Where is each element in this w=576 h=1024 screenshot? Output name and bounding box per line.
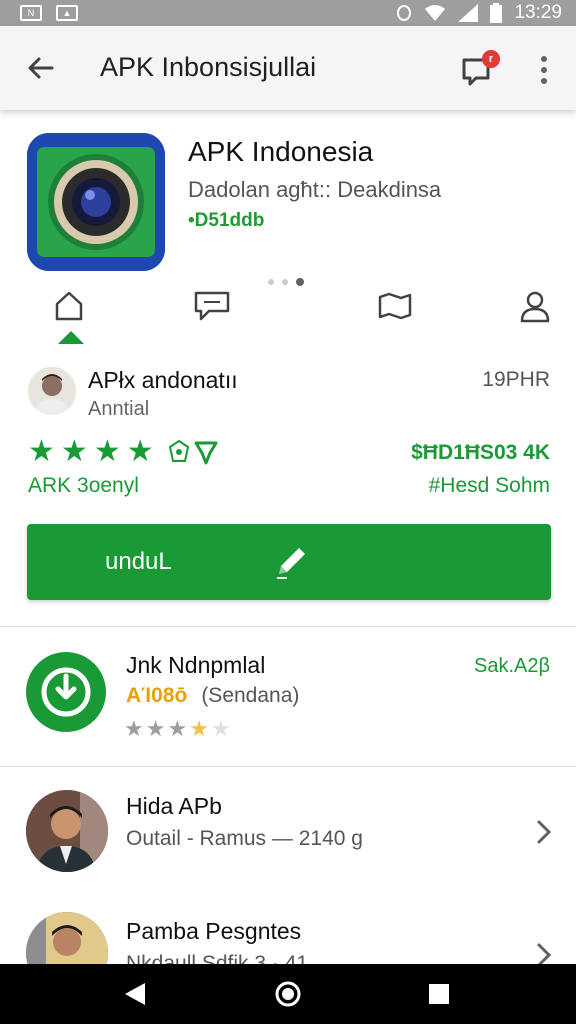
- rating-label: ARK 3oenyl: [28, 474, 139, 497]
- rating-stars: ★ ★ ★ ★: [28, 437, 218, 467]
- nav-home-button[interactable]: [273, 979, 303, 1009]
- related-app-subtitle: ΑΊ08ō (Sendana): [126, 684, 299, 708]
- sync-icon: [397, 5, 412, 21]
- related-app-icon[interactable]: [26, 652, 106, 732]
- nav-recents-button[interactable]: [424, 979, 454, 1009]
- related-app-code: ΑΊ08ō: [126, 684, 188, 707]
- messages-button[interactable]: r: [458, 48, 502, 92]
- related-app-category: (Sendana): [201, 684, 300, 707]
- install-label: unduL: [105, 548, 172, 575]
- star-icon: ★: [126, 435, 154, 468]
- pencil-icon: [277, 548, 305, 579]
- notification-badge: r: [482, 50, 500, 68]
- status-time: 13:29: [514, 2, 562, 23]
- app-icon: [27, 133, 165, 271]
- related-app-size: Sak.A2β: [474, 655, 550, 677]
- arrow-back-icon: [28, 57, 54, 79]
- developer-subtitle: Anntial: [88, 398, 150, 420]
- navigation-bar: [0, 964, 576, 1024]
- badge-icon: [168, 439, 189, 462]
- star-icon: ★: [93, 435, 121, 468]
- battery-icon: [490, 3, 503, 23]
- comment-icon: [194, 291, 230, 321]
- wifi-icon: [425, 5, 446, 21]
- home-icon: [55, 291, 83, 321]
- star-icon: ★: [60, 435, 88, 468]
- related-app-name[interactable]: Jnk Ndnpmlal: [126, 652, 265, 679]
- image-icon: ▲: [56, 5, 78, 21]
- star-icon: ★: [28, 435, 55, 468]
- divider: [0, 766, 576, 767]
- person-name[interactable]: Hida APb: [126, 793, 222, 820]
- circle-home-icon: [275, 981, 301, 1007]
- developer-size: 19PHR: [482, 368, 550, 391]
- download-count: $ĦD1ĦS03 4K: [411, 441, 550, 464]
- status-bar: N ▲ 13:29: [0, 0, 576, 26]
- tab-home[interactable]: [46, 286, 92, 326]
- camera-lens-icon: [27, 133, 165, 271]
- signal-icon: [458, 4, 479, 22]
- app-name: APK Indonesia: [188, 136, 374, 167]
- more-options-button[interactable]: [530, 52, 558, 88]
- tab-map[interactable]: [372, 286, 418, 326]
- triangle-back-icon: [125, 983, 145, 1005]
- chevron-right-icon[interactable]: [534, 817, 554, 847]
- nav-back-button[interactable]: [120, 979, 150, 1009]
- download-label: #Hesd Sohm: [428, 474, 550, 497]
- page-title: APK Inbonsisjullai: [100, 52, 317, 82]
- person-subtitle: Outail - Ramus — 2140 g: [126, 827, 363, 850]
- person-icon: [520, 291, 550, 323]
- divider: [0, 626, 576, 627]
- square-recents-icon: [429, 984, 449, 1004]
- tab-profile[interactable]: [512, 286, 558, 326]
- app-meta: •D51ddb: [188, 210, 265, 231]
- related-app-rating: ★★★★★: [124, 716, 233, 741]
- app-bar: APK Inbonsisjullai r: [0, 26, 576, 110]
- award-icon: [194, 441, 218, 465]
- install-button[interactable]: unduL: [27, 524, 551, 600]
- map-icon: [378, 292, 412, 320]
- back-button[interactable]: [22, 50, 58, 86]
- carousel-dots: [268, 278, 304, 286]
- tab-reviews[interactable]: [189, 286, 235, 326]
- app-developer: Dadolan agħt:: Deakdinsa: [188, 177, 442, 202]
- developer-avatar: [28, 367, 76, 415]
- download-clock-icon: [41, 667, 91, 717]
- notification-icon: N: [20, 5, 42, 21]
- person-name[interactable]: Pamba Pesgntes: [126, 918, 301, 945]
- developer-name: APłx andonatıı: [88, 367, 238, 393]
- tab-indicator: [58, 331, 84, 344]
- avatar[interactable]: [26, 790, 108, 872]
